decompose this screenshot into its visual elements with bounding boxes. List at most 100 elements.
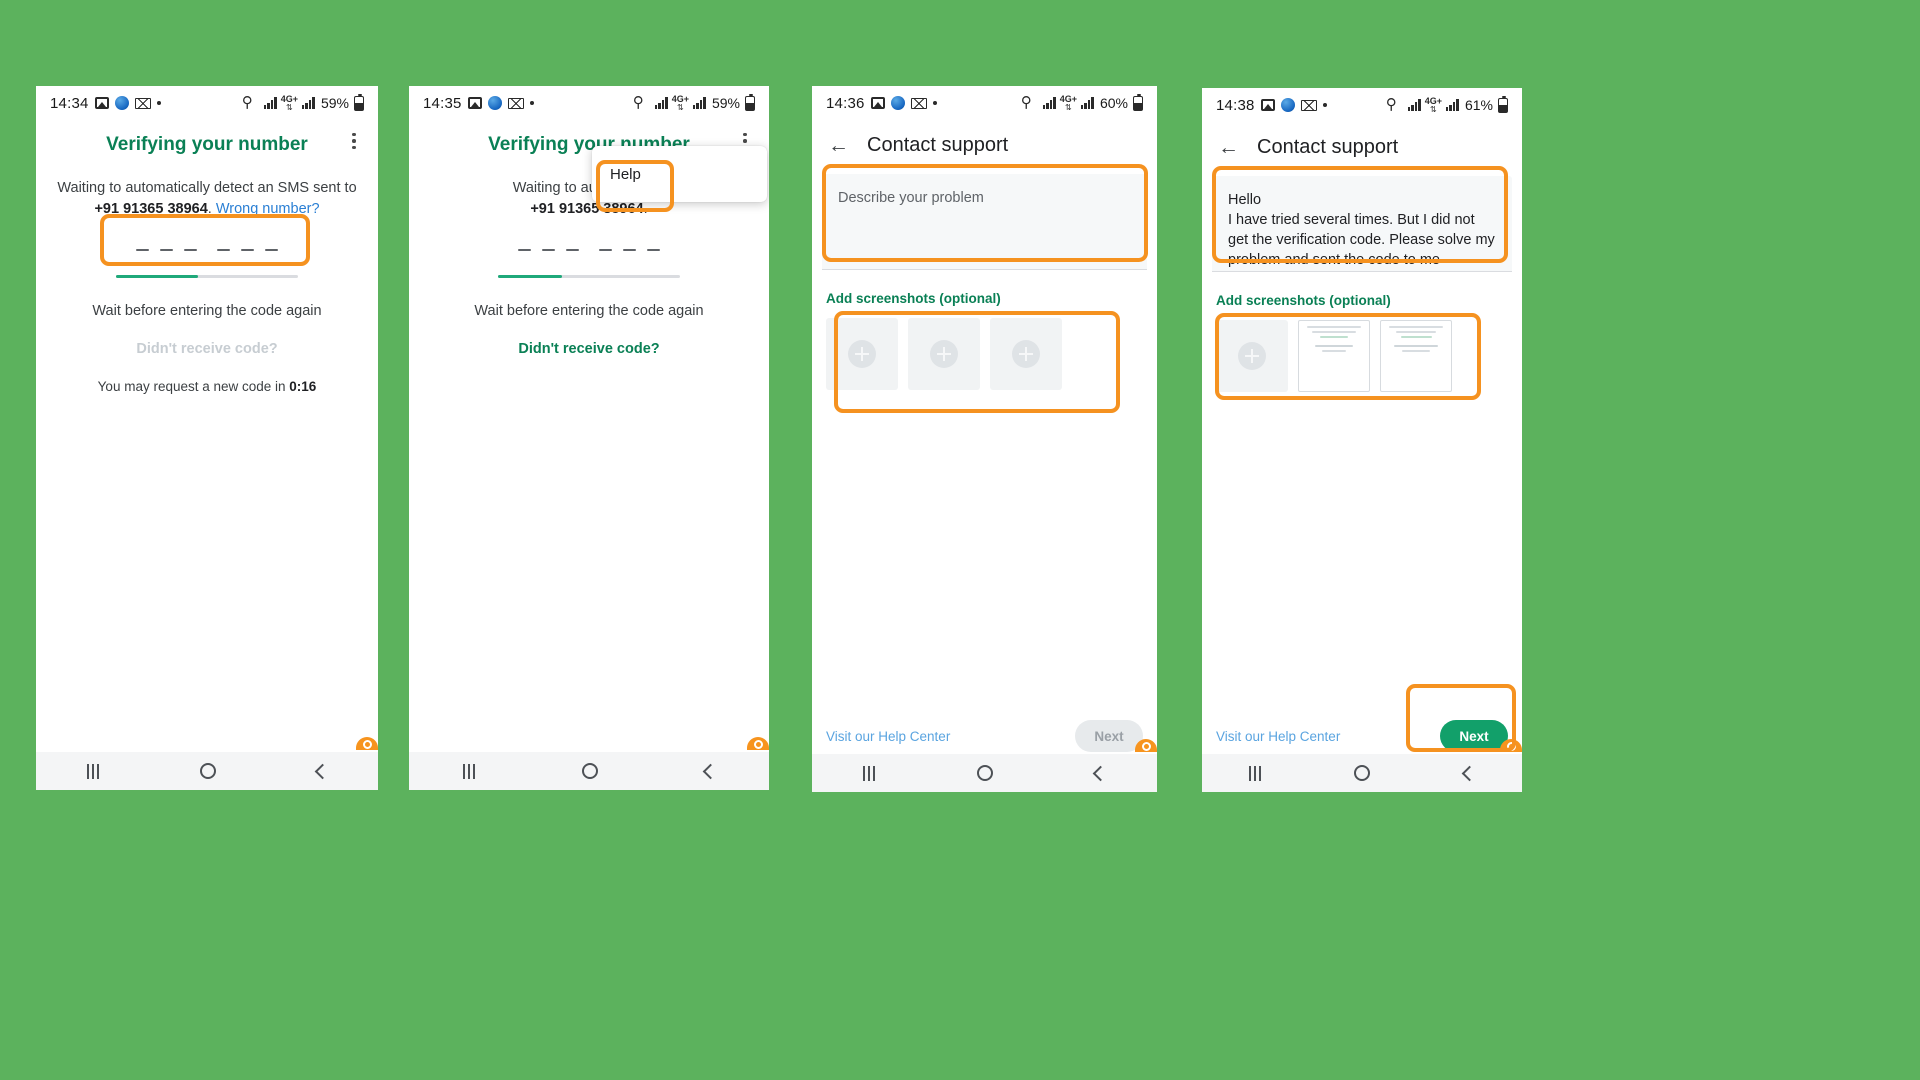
home-icon[interactable]	[977, 765, 993, 781]
timer-prefix: You may request a new code in	[97, 378, 290, 394]
battery-icon	[354, 93, 364, 111]
page-title: Contact support	[1257, 135, 1399, 158]
key-icon: ⚲	[1385, 96, 1397, 113]
status-right-2: ⚲ 4G+ ⇅ 59%	[632, 93, 755, 112]
code-entry-field[interactable]	[116, 239, 298, 278]
code-group-2	[217, 248, 278, 252]
status-time: 14:35	[423, 94, 462, 112]
verify-instruction-text: Waiting to automatically detect an SMS s…	[57, 180, 357, 196]
status-bar-3: 14:36 ⚲ 4G+ ⇅ 60%	[812, 86, 1157, 120]
profile-icon	[487, 96, 502, 110]
profile-icon	[1280, 98, 1295, 112]
next-button[interactable]: Next	[1440, 720, 1508, 752]
status-left: 14:34	[50, 95, 161, 112]
status-left-3: 14:36	[826, 95, 937, 112]
recents-icon[interactable]	[1248, 765, 1261, 781]
signal-icon	[1042, 97, 1056, 109]
gmail-icon	[134, 97, 151, 109]
phone-panel-3: 14:36 ⚲ 4G+ ⇅ 60% ← Contact support Desc…	[812, 86, 1157, 792]
wrong-number-link[interactable]: Wrong number?	[216, 201, 320, 217]
footer-bar: Visit our Help Center Next	[812, 720, 1157, 752]
screen-recorder-pill-icon[interactable]	[356, 737, 378, 750]
photos-icon	[94, 97, 109, 109]
code-entry-field[interactable]	[498, 239, 680, 278]
kebab-menu-icon[interactable]	[344, 130, 364, 152]
signal-icon	[654, 97, 668, 109]
phone-number: +91 91365 38964	[94, 200, 208, 217]
timer-value: 0:16	[289, 378, 317, 394]
code-progress-fill	[498, 275, 562, 278]
menu-item-help[interactable]: Help	[610, 166, 641, 183]
profile-icon	[114, 96, 129, 110]
status-right: ⚲ 4G+ ⇅ 59%	[241, 93, 364, 112]
battery-percent: 60%	[1099, 95, 1128, 111]
add-screenshot-slot-1[interactable]	[1216, 320, 1288, 392]
code-progress-fill	[116, 275, 198, 278]
battery-percent: 59%	[711, 95, 740, 111]
signal-icon-2	[1080, 97, 1094, 109]
phone-panel-2: 14:35 ⚲ 4G+⇅ 59% Verifying your number	[409, 86, 769, 790]
system-navbar	[812, 754, 1157, 792]
code-group-2	[599, 248, 660, 252]
battery-percent: 61%	[1464, 97, 1493, 113]
back-icon[interactable]	[702, 763, 718, 779]
screenshot-slots	[1216, 320, 1522, 392]
code-dashes	[498, 239, 680, 261]
key-icon: ⚲	[1020, 94, 1032, 111]
code-dashes	[116, 239, 298, 261]
help-center-link[interactable]: Visit our Help Center	[1216, 729, 1340, 744]
period: .	[643, 200, 648, 217]
home-icon[interactable]	[199, 763, 216, 779]
profile-icon	[890, 96, 905, 110]
recents-icon[interactable]	[86, 763, 99, 779]
key-icon: ⚲	[241, 94, 253, 111]
back-icon[interactable]	[314, 763, 330, 779]
back-arrow-icon[interactable]: ←	[828, 135, 849, 156]
plus-icon	[1012, 340, 1040, 368]
recents-icon[interactable]	[863, 765, 875, 781]
describe-problem-input[interactable]: Hello I have tried several times. But I …	[1212, 176, 1512, 272]
signal-icon-2	[692, 97, 706, 109]
screenshot-thumbnail-2[interactable]	[1380, 320, 1452, 392]
system-navbar	[36, 752, 378, 790]
dot-icon	[932, 101, 937, 105]
home-icon[interactable]	[1354, 765, 1371, 781]
add-screenshot-slot-1[interactable]	[826, 318, 898, 390]
didnt-receive-code-button[interactable]: Didn't receive code?	[54, 341, 360, 357]
add-screenshots-label: Add screenshots (optional)	[826, 291, 1001, 306]
page-title: Verifying your number	[106, 134, 308, 155]
network-4g-icon: 4G+ ⇅	[1059, 93, 1077, 112]
recents-icon[interactable]	[462, 763, 475, 779]
panel-1-screen: 14:34 ⚲ 4G+⇅ 59% Verifying your number	[36, 86, 378, 790]
back-icon[interactable]	[1092, 765, 1109, 781]
screenshot-slots	[826, 318, 1157, 390]
plus-icon	[848, 340, 876, 368]
back-icon[interactable]	[1461, 765, 1478, 781]
key-icon: ⚲	[632, 94, 644, 111]
screen-recorder-pill-icon[interactable]	[747, 737, 769, 750]
help-popup-menu: Help	[592, 146, 767, 202]
status-bar-2: 14:35 ⚲ 4G+ ⇅ 59%	[409, 86, 769, 120]
next-button[interactable]: Next	[1075, 720, 1143, 752]
describe-problem-input[interactable]: Describe your problem	[822, 174, 1147, 270]
add-screenshot-slot-3[interactable]	[990, 318, 1062, 390]
panel-2-screen: 14:35 ⚲ 4G+⇅ 59% Verifying your number	[409, 86, 769, 790]
home-icon[interactable]	[581, 763, 598, 779]
network-4g-icon: 4G+ ⇅	[1424, 95, 1442, 114]
dot-icon	[1322, 103, 1327, 107]
plus-icon	[930, 340, 958, 368]
wait-message: Wait before entering the code again	[92, 302, 322, 319]
screenshot-stage: 14:34 ⚲ 4G+⇅ 59% Verifying your number	[0, 0, 1920, 1080]
code-group-1	[518, 248, 579, 252]
page-title: Contact support	[867, 133, 1009, 156]
app-bar: ← Contact support	[812, 122, 1157, 168]
screenshot-thumbnail-1[interactable]	[1298, 320, 1370, 392]
signal-icon	[1407, 99, 1421, 111]
signal-icon	[263, 97, 277, 109]
panel-3-screen: 14:36 ⚲ 4G+ ⇅ 60% ← Contact support Desc…	[812, 86, 1157, 792]
help-center-link[interactable]: Visit our Help Center	[826, 729, 950, 744]
verify-instruction: Waiting to automatically detect an SMS s…	[54, 178, 360, 219]
back-arrow-icon[interactable]: ←	[1218, 137, 1239, 158]
didnt-receive-code-button[interactable]: Didn't receive code?	[427, 341, 751, 357]
add-screenshot-slot-2[interactable]	[908, 318, 980, 390]
